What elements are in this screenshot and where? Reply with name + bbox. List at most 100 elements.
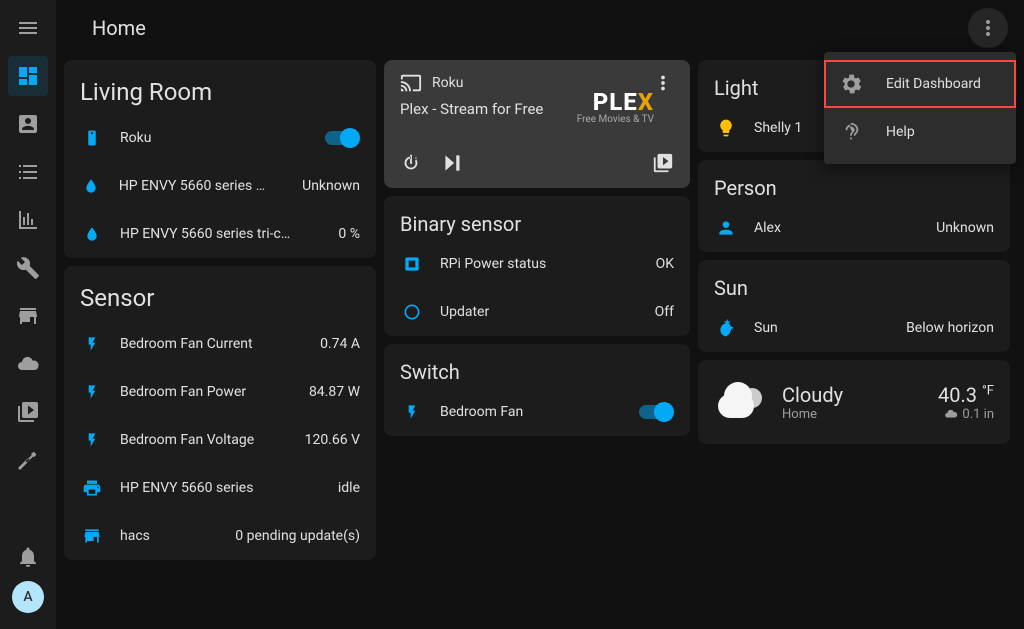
- entity-row[interactable]: Bedroom Fan Power 84.87 W: [64, 368, 376, 416]
- entity-label: Alex: [754, 220, 920, 236]
- entity-label: Bedroom Fan Current: [120, 336, 304, 352]
- sidebar-item-devtools[interactable]: [4, 244, 52, 292]
- entity-value: 0 pending update(s): [235, 528, 360, 544]
- entity-label: Bedroom Fan Power: [120, 384, 293, 400]
- entity-label: Bedroom Fan Voltage: [120, 432, 289, 448]
- entity-row[interactable]: Alex Unknown: [698, 204, 1010, 252]
- remote-icon: [80, 126, 104, 150]
- entity-label: Sun: [754, 320, 890, 336]
- dashboard-icon: [16, 64, 40, 88]
- entity-row[interactable]: Updater Off: [384, 288, 690, 336]
- entity-row[interactable]: HP ENVY 5660 series idle: [64, 464, 376, 512]
- entity-value: 0.74 A: [320, 336, 360, 352]
- flash-icon: [80, 332, 104, 356]
- overflow-menu-button[interactable]: [968, 8, 1008, 48]
- main: Home Edit Dashboard Help Living Room Rok: [56, 0, 1024, 629]
- sidebar-item-notifications[interactable]: [4, 533, 52, 581]
- entity-row[interactable]: Sun Below horizon: [698, 304, 1010, 352]
- card-weather[interactable]: Cloudy Home 40.3 °F 0.1 in: [698, 360, 1010, 444]
- media-brand: PLEX Free Movies & TV: [577, 88, 654, 125]
- sidebar-item-logbook[interactable]: [4, 148, 52, 196]
- menu-item-label: Help: [886, 124, 915, 140]
- toggle-switch[interactable]: [638, 402, 674, 422]
- sidebar-item-history[interactable]: [4, 196, 52, 244]
- moon-icon: [714, 318, 738, 338]
- entity-row[interactable]: Roku: [64, 114, 376, 162]
- card-living-room: Living Room Roku HP ENVY 5660 series bl.…: [64, 60, 376, 258]
- chip-icon: [400, 254, 424, 274]
- bell-icon: [16, 545, 40, 569]
- cloud-icon: [16, 352, 40, 376]
- chart-icon: [16, 208, 40, 232]
- sidebar-item-overview[interactable]: [4, 52, 52, 100]
- overflow-menu: Edit Dashboard Help: [824, 52, 1016, 164]
- menu-item-edit-dashboard[interactable]: Edit Dashboard: [824, 60, 1016, 108]
- avatar-initial: A: [23, 589, 32, 605]
- water-icon: [80, 176, 103, 196]
- sidebar-item-settings[interactable]: [4, 436, 52, 484]
- entity-row[interactable]: HP ENVY 5660 series bl... Unknown: [64, 162, 376, 210]
- entity-value: Below horizon: [906, 320, 994, 336]
- entity-row[interactable]: Bedroom Fan Current 0.74 A: [64, 320, 376, 368]
- lightbulb-icon: [714, 116, 738, 140]
- entity-row[interactable]: Bedroom Fan Voltage 120.66 V: [64, 416, 376, 464]
- sidebar-item-cloud[interactable]: [4, 340, 52, 388]
- card-title: Person: [698, 160, 1010, 204]
- entity-value: Unknown: [936, 220, 994, 236]
- sidebar: A: [0, 0, 56, 629]
- card-sensor: Sensor Bedroom Fan Current 0.74 A Bedroo…: [64, 266, 376, 560]
- card-sun: Sun Sun Below horizon: [698, 260, 1010, 352]
- card-switch: Switch Bedroom Fan: [384, 344, 690, 436]
- cast-icon: [400, 72, 422, 94]
- flash-icon: [80, 380, 104, 404]
- weather-location: Home: [782, 407, 922, 422]
- power-icon[interactable]: [400, 152, 422, 174]
- entity-value: 0 %: [338, 226, 360, 242]
- entity-row[interactable]: HP ENVY 5660 series tri-colo... 0 %: [64, 210, 376, 258]
- dots-vertical-icon[interactable]: [652, 72, 674, 94]
- list-icon: [16, 160, 40, 184]
- weather-precipitation: 0.1 in: [938, 407, 994, 422]
- page-title: Home: [92, 16, 968, 40]
- sidebar-item-media[interactable]: [4, 388, 52, 436]
- sidebar-item-map[interactable]: [4, 100, 52, 148]
- hammer-icon: [16, 448, 40, 472]
- header: Home: [56, 0, 1024, 56]
- entity-row[interactable]: Bedroom Fan: [384, 388, 690, 436]
- avatar[interactable]: A: [12, 581, 44, 613]
- weather-temperature: 40.3 °F: [938, 383, 994, 407]
- hamburger-icon: [16, 16, 40, 40]
- play-pause-icon[interactable]: [440, 150, 466, 176]
- dots-vertical-icon: [976, 16, 1000, 40]
- entity-row[interactable]: RPi Power status OK: [384, 240, 690, 288]
- entity-label: HP ENVY 5660 series tri-colo...: [120, 226, 295, 242]
- menu-item-help[interactable]: Help: [824, 108, 1016, 156]
- entity-label: hacs: [120, 528, 219, 544]
- store-icon: [16, 304, 40, 328]
- card-title: Binary sensor: [384, 196, 690, 240]
- card-binary-sensor: Binary sensor RPi Power status OK Update…: [384, 196, 690, 336]
- entity-label: HP ENVY 5660 series bl...: [119, 178, 270, 194]
- weather-cloudy-icon: [714, 376, 766, 428]
- card-title: Sensor: [64, 266, 376, 320]
- sidebar-menu-toggle[interactable]: [4, 4, 52, 52]
- entity-value: 120.66 V: [305, 432, 360, 448]
- plex-tagline: Free Movies & TV: [577, 114, 654, 125]
- card-title: Switch: [384, 344, 690, 388]
- help-icon: [840, 121, 862, 143]
- media-browser-icon[interactable]: [652, 152, 674, 174]
- wrench-icon: [16, 256, 40, 280]
- card-title: Living Room: [64, 60, 376, 114]
- plex-logo: PLEX: [577, 88, 654, 116]
- flash-icon: [400, 400, 424, 424]
- weather-condition: Cloudy: [782, 383, 922, 407]
- store-icon: [80, 526, 104, 546]
- toggle-switch[interactable]: [324, 128, 360, 148]
- sidebar-item-hacs[interactable]: [4, 292, 52, 340]
- card-media-player: Roku Plex - Stream for Free PLEX Free Mo…: [384, 60, 690, 188]
- printer-icon: [80, 478, 104, 498]
- precip-icon: [944, 407, 958, 421]
- entity-row[interactable]: hacs 0 pending update(s): [64, 512, 376, 560]
- media-icon: [16, 400, 40, 424]
- entity-label: Roku: [120, 130, 308, 146]
